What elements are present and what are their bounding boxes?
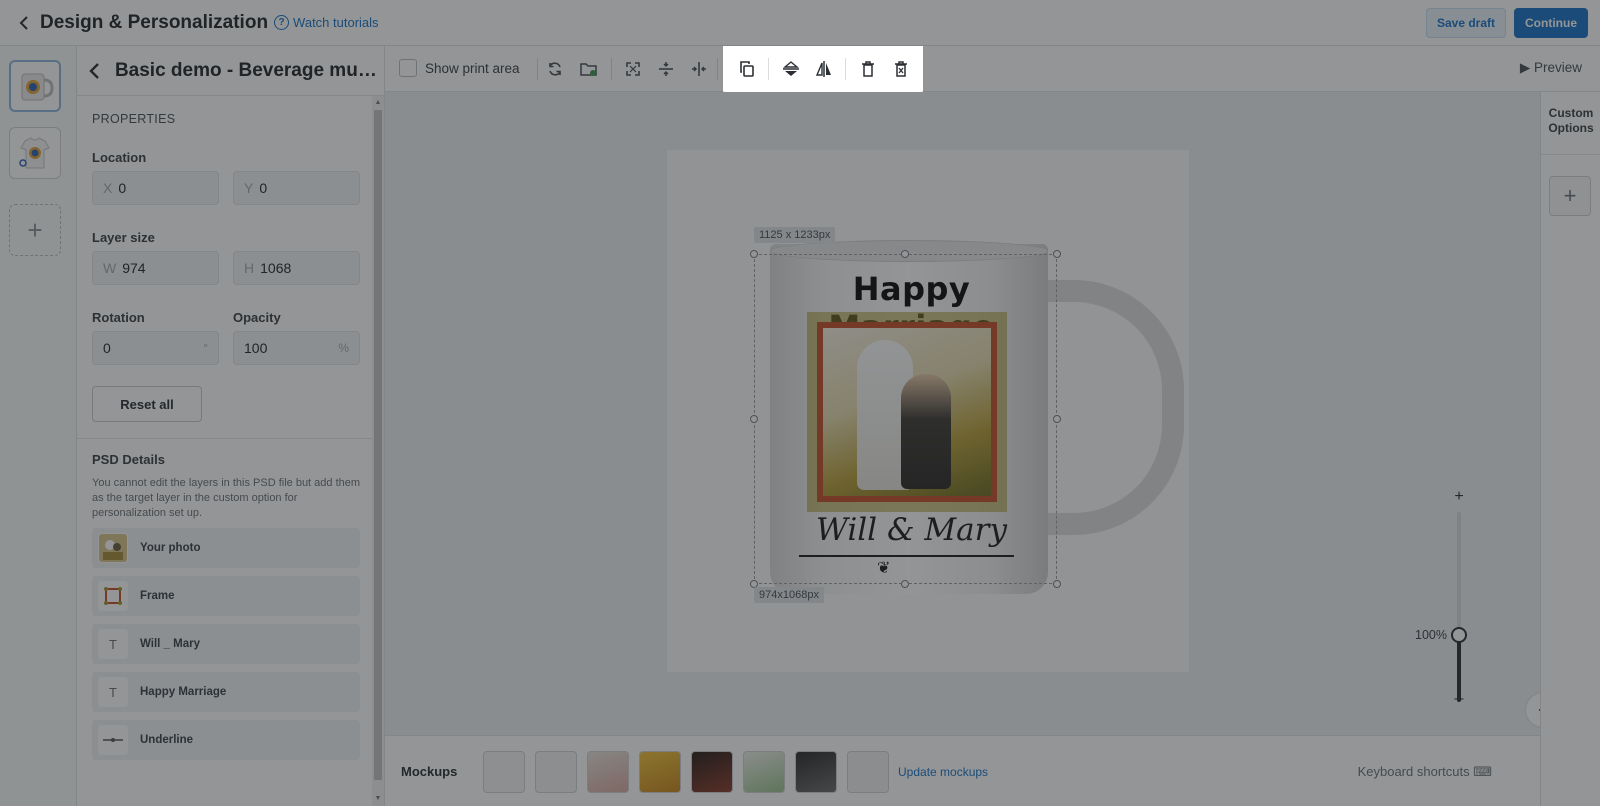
mug-thumbnail[interactable] (9, 60, 61, 112)
page-title: Design & Personalization (40, 11, 269, 33)
back-arrow-icon[interactable] (16, 15, 32, 31)
mockups-label: Mockups (401, 764, 458, 779)
mockup-thumbnail[interactable] (847, 751, 889, 793)
save-draft-button[interactable]: Save draft (1425, 8, 1506, 38)
zoom-level: 100% (1415, 628, 1447, 642)
add-product-button[interactable]: + (9, 204, 61, 256)
delete-icon[interactable] (856, 57, 880, 81)
panel-scrollbar[interactable]: ▲ ▼ (372, 96, 384, 806)
update-mockups-link[interactable]: Update mockups (898, 765, 988, 779)
panel-divider (77, 438, 373, 439)
mockup-thumbnail[interactable] (639, 751, 681, 793)
flip-horizontal-icon[interactable] (812, 57, 836, 81)
keyboard-shortcuts-link[interactable]: Keyboard shortcuts ⌨ (1358, 764, 1492, 780)
layer-size-tag: 974x1068px (754, 587, 824, 603)
opacity-field[interactable]: 100 % (233, 331, 360, 365)
tshirt-thumbnail[interactable] (9, 127, 61, 179)
resize-handle[interactable] (901, 580, 909, 588)
keyboard-icon: ⌨ (1473, 764, 1492, 779)
frame-icon (98, 581, 128, 611)
mockup-thumbnail[interactable] (691, 751, 733, 793)
align-horizontal-center-icon[interactable] (687, 57, 711, 81)
original-size-tag: 1125 x 1233px (754, 227, 836, 243)
custom-options-label: Custom Options (1548, 106, 1594, 135)
scroll-up-icon[interactable]: ▲ (374, 99, 382, 107)
layer-item[interactable]: T Will _ Mary (92, 624, 360, 664)
line-icon (98, 725, 128, 755)
properties-panel: Basic demo - Beverage mug t... PROPERTIE… (77, 46, 385, 806)
resize-handle[interactable] (1053, 415, 1061, 423)
y-field[interactable]: Y 0 (233, 171, 360, 205)
layer-item[interactable]: T Happy Marriage (92, 672, 360, 712)
preview-button[interactable]: ▶ Preview (1520, 60, 1582, 76)
photo-icon (98, 533, 128, 563)
resize-handle[interactable] (901, 250, 909, 258)
scroll-thumb[interactable] (374, 110, 382, 780)
custom-options-column: Custom Options + (1540, 92, 1600, 806)
align-vertical-center-icon[interactable] (654, 57, 678, 81)
x-field[interactable]: X 0 (92, 171, 219, 205)
mockup-thumbnail[interactable] (483, 751, 525, 793)
layer-item[interactable]: Your photo (92, 528, 360, 568)
width-field[interactable]: W 974 (92, 251, 219, 285)
panel-back-icon[interactable] (85, 62, 103, 80)
top-bar: Design & Personalization ? Watch tutoria… (0, 0, 1600, 46)
add-custom-option-button[interactable]: + (1549, 176, 1591, 216)
watch-tutorials-link[interactable]: Watch tutorials (293, 15, 379, 30)
mockup-thumbnail[interactable] (587, 751, 629, 793)
duplicate-icon[interactable] (735, 57, 759, 81)
editor-toolbar: Show print area ▶ Preview (385, 46, 1600, 92)
highlighted-edit-tools (723, 46, 923, 92)
mockup-thumbnail[interactable] (535, 751, 577, 793)
text-icon: T (98, 677, 128, 707)
zoom-slider-track[interactable] (1457, 512, 1461, 702)
resize-handle[interactable] (750, 415, 758, 423)
mockup-thumbnail[interactable] (795, 751, 837, 793)
layer-item[interactable]: Frame (92, 576, 360, 616)
continue-button[interactable]: Continue (1514, 8, 1588, 38)
selection-box[interactable] (754, 254, 1057, 584)
resize-handle[interactable] (1053, 580, 1061, 588)
mockup-thumbnail[interactable] (743, 751, 785, 793)
resize-handle[interactable] (750, 250, 758, 258)
design-canvas[interactable]: Happy Marriage Will & Mary ❦ 1125 x 1233… (385, 92, 1561, 735)
rotation-field[interactable]: 0 ° (92, 331, 219, 365)
zoom-out-button[interactable]: – (1451, 690, 1467, 708)
rotation-label: Rotation (92, 310, 145, 325)
help-circle-icon[interactable]: ? (274, 15, 290, 30)
zoom-slider-knob[interactable] (1451, 627, 1467, 643)
height-field[interactable]: H 1068 (233, 251, 360, 285)
text-icon: T (98, 629, 128, 659)
rotate-icon[interactable] (543, 57, 567, 81)
panel-title: Basic demo - Beverage mug t... (114, 59, 384, 81)
show-print-area-checkbox[interactable] (399, 59, 417, 77)
flip-vertical-icon[interactable] (779, 57, 803, 81)
location-label: Location (92, 150, 147, 165)
properties-heading: PROPERTIES (92, 112, 176, 126)
psd-details-heading: PSD Details (92, 452, 165, 467)
zoom-in-button[interactable]: + (1451, 488, 1467, 506)
psd-description: You cannot edit the layers in this PSD f… (92, 477, 361, 519)
layer-item[interactable]: Underline (92, 720, 360, 760)
opacity-label: Opacity (233, 310, 281, 325)
reset-all-button[interactable]: Reset all (92, 386, 202, 422)
resize-handle[interactable] (1053, 250, 1061, 258)
artboard: Happy Marriage Will & Mary ❦ 1125 x 1233… (667, 150, 1189, 672)
delete-all-icon[interactable] (889, 57, 913, 81)
mockups-bar: Mockups Update mockups Keyboard shortcut… (385, 735, 1540, 806)
layer-size-label: Layer size (92, 230, 155, 245)
product-thumbnail-column: + (0, 46, 77, 806)
replace-image-icon[interactable] (577, 57, 601, 81)
show-print-area-label: Show print area (425, 61, 520, 76)
scroll-down-icon[interactable]: ▼ (374, 795, 382, 803)
fit-expand-icon[interactable] (621, 57, 645, 81)
